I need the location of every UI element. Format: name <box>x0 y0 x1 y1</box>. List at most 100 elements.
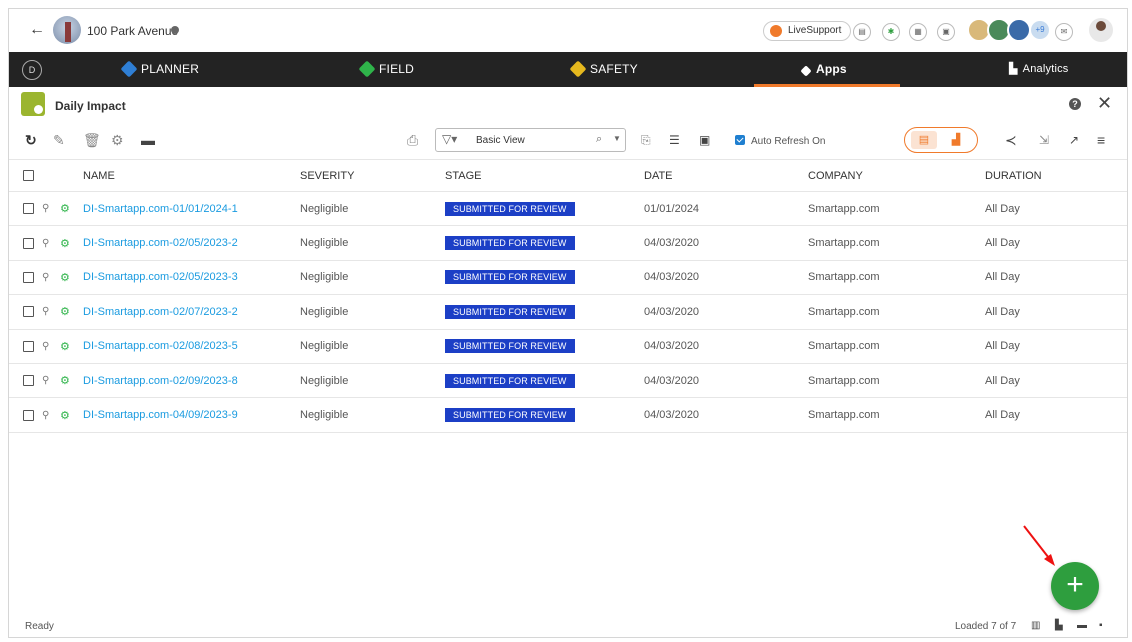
nav-apps[interactable]: Apps <box>800 52 847 87</box>
project-title[interactable]: 100 Park Avenue <box>87 24 178 38</box>
column-header-date[interactable]: DATE <box>644 160 673 191</box>
row-checkbox[interactable] <box>23 375 34 387</box>
row-checkbox[interactable] <box>23 340 34 352</box>
daily-impact-app-icon <box>21 92 45 116</box>
row-checkbox[interactable] <box>23 271 34 283</box>
back-arrow-icon[interactable]: ← <box>29 22 45 38</box>
column-header-company[interactable]: COMPANY <box>808 160 863 191</box>
cell-name[interactable]: DI-Smartapp.com-01/01/2024-1 <box>83 192 238 225</box>
filter-icon[interactable]: ▽▾ <box>442 132 457 146</box>
settings-icon[interactable]: ⚙ <box>111 133 124 147</box>
table-row[interactable]: ⚲ ⚙ DI-Smartapp.com-04/09/2023-9 Negligible… <box>9 398 1127 433</box>
location-pin-icon[interactable]: ⚲ <box>42 330 49 363</box>
location-pin-icon[interactable]: ⚲ <box>42 261 49 294</box>
table-row[interactable]: ⚲ ⚙ DI-Smartapp.com-02/08/2023-5 Negligible… <box>9 330 1127 364</box>
nav-analytics[interactable]: ▙ Analytics <box>1009 52 1069 87</box>
chat-icon[interactable]: ✉ <box>1055 23 1073 41</box>
comment-icon[interactable]: ▬ <box>141 133 155 147</box>
edit-icon[interactable]: ✎ <box>53 133 65 147</box>
table-row[interactable]: ⚲ ⚙ DI-Smartapp.com-02/05/2023-3 Negligible… <box>9 261 1127 296</box>
row-checkbox[interactable] <box>23 203 34 215</box>
row-checkbox[interactable] <box>23 409 34 421</box>
row-checkbox-cell[interactable] <box>23 261 34 294</box>
notes-icon[interactable]: ▤ <box>853 23 871 41</box>
auto-refresh-toggle[interactable]: Auto Refresh On <box>735 135 825 147</box>
livesupport-button[interactable]: LiveSupport <box>763 21 852 41</box>
row-checkbox-cell[interactable] <box>23 226 34 259</box>
calendar-icon[interactable]: ▣ <box>937 23 955 41</box>
gear-status-icon[interactable]: ⚙ <box>60 295 70 328</box>
help-icon[interactable]: ? <box>1069 98 1081 110</box>
delete-icon[interactable]: 🗑 <box>83 133 101 147</box>
comment-icon[interactable]: ▬ <box>1077 620 1087 631</box>
view-filter-select[interactable]: ▽▾ Basic View ⌕ ▼ <box>435 128 626 152</box>
gear-status-icon[interactable]: ⚙ <box>60 192 70 225</box>
location-pin-icon[interactable]: ⚲ <box>42 364 49 397</box>
row-checkbox-cell[interactable] <box>23 398 34 431</box>
barcode-icon[interactable]: ▥ <box>1031 620 1040 631</box>
row-checkbox-cell[interactable] <box>23 330 34 363</box>
message-icon[interactable]: ▪ <box>1099 620 1103 631</box>
bar-chart-icon[interactable]: ▙ <box>1055 620 1063 631</box>
row-checkbox[interactable] <box>23 237 34 249</box>
avatar[interactable] <box>1007 18 1031 42</box>
table-row[interactable]: ⚲ ⚙ DI-Smartapp.com-02/09/2023-8 Negligible… <box>9 364 1127 399</box>
cell-name[interactable]: DI-Smartapp.com-02/07/2023-2 <box>83 295 238 328</box>
menu-icon[interactable]: ≡ <box>1097 133 1105 147</box>
share-icon[interactable]: ≺ <box>1005 133 1017 147</box>
search-icon[interactable]: ⌕ <box>596 133 602 146</box>
share-network-icon[interactable]: ✱ <box>882 23 900 41</box>
nav-safety[interactable]: SAFETY <box>569 52 638 87</box>
row-checkbox-cell[interactable] <box>23 192 34 225</box>
add-button[interactable]: + <box>1051 562 1099 610</box>
select-all-checkbox-cell[interactable] <box>23 160 34 191</box>
location-pin-icon[interactable]: ⚲ <box>42 192 49 225</box>
table-row[interactable]: ⚲ ⚙ DI-Smartapp.com-02/05/2023-2 Negligible… <box>9 226 1127 261</box>
open-external-icon[interactable]: ↗ <box>1069 133 1079 147</box>
location-pin-icon[interactable]: ⚲ <box>42 398 49 431</box>
cell-name[interactable]: DI-Smartapp.com-02/05/2023-2 <box>83 226 238 259</box>
table-row[interactable]: ⚲ ⚙ DI-Smartapp.com-02/07/2023-2 Negligible… <box>9 295 1127 330</box>
column-header-stage[interactable]: STAGE <box>445 160 481 191</box>
gear-status-icon[interactable]: ⚙ <box>60 364 70 397</box>
more-avatars-badge[interactable]: +9 <box>1031 21 1049 39</box>
cell-name[interactable]: DI-Smartapp.com-02/09/2023-8 <box>83 364 238 397</box>
row-checkbox-cell[interactable] <box>23 295 34 328</box>
list-view-icon[interactable]: ☰ <box>669 133 680 147</box>
chart-icon[interactable]: ▟ <box>943 131 969 149</box>
column-header-name[interactable]: NAME <box>83 160 115 191</box>
nav-field[interactable]: FIELD <box>358 52 414 87</box>
app-logo-icon[interactable]: D <box>22 60 42 80</box>
image-view-icon[interactable]: ▣ <box>699 133 710 147</box>
project-avatar[interactable] <box>53 16 81 44</box>
gear-status-icon[interactable]: ⚙ <box>60 398 70 431</box>
project-settings-icon[interactable] <box>171 26 179 34</box>
cell-name[interactable]: DI-Smartapp.com-02/08/2023-5 <box>83 330 238 363</box>
cell-name[interactable]: DI-Smartapp.com-02/05/2023-3 <box>83 261 238 294</box>
chevron-down-icon[interactable]: ▼ <box>613 134 621 143</box>
gear-status-icon[interactable]: ⚙ <box>60 330 70 363</box>
page-title: Daily Impact <box>55 99 126 113</box>
close-icon[interactable]: ✕ <box>1097 94 1112 112</box>
auto-refresh-checkbox[interactable] <box>735 135 745 145</box>
export-icon[interactable]: ⇲ <box>1039 133 1049 147</box>
cell-name[interactable]: DI-Smartapp.com-04/09/2023-9 <box>83 398 238 431</box>
row-checkbox-cell[interactable] <box>23 364 34 397</box>
export-doc-icon[interactable]: ⎘ <box>641 133 651 147</box>
column-header-severity[interactable]: SEVERITY <box>300 160 354 191</box>
user-avatar[interactable] <box>1089 18 1113 42</box>
row-checkbox[interactable] <box>23 306 34 318</box>
refresh-icon[interactable]: ↻ <box>25 133 37 147</box>
nav-planner[interactable]: PLANNER <box>120 52 199 87</box>
location-pin-icon[interactable]: ⚲ <box>42 295 49 328</box>
forms-icon[interactable]: ▦ <box>909 23 927 41</box>
gear-status-icon[interactable]: ⚙ <box>60 226 70 259</box>
select-all-checkbox[interactable] <box>23 170 34 181</box>
column-header-duration[interactable]: DURATION <box>985 160 1042 191</box>
gear-status-icon[interactable]: ⚙ <box>60 261 70 294</box>
report-chart-toggle[interactable]: ▤ ▟ <box>904 127 978 153</box>
location-pin-icon[interactable]: ⚲ <box>42 226 49 259</box>
table-row[interactable]: ⚲ ⚙ DI-Smartapp.com-01/01/2024-1 Negligible… <box>9 192 1127 227</box>
report-icon[interactable]: ▤ <box>911 131 937 149</box>
print-icon[interactable]: ⎙ <box>407 133 418 147</box>
